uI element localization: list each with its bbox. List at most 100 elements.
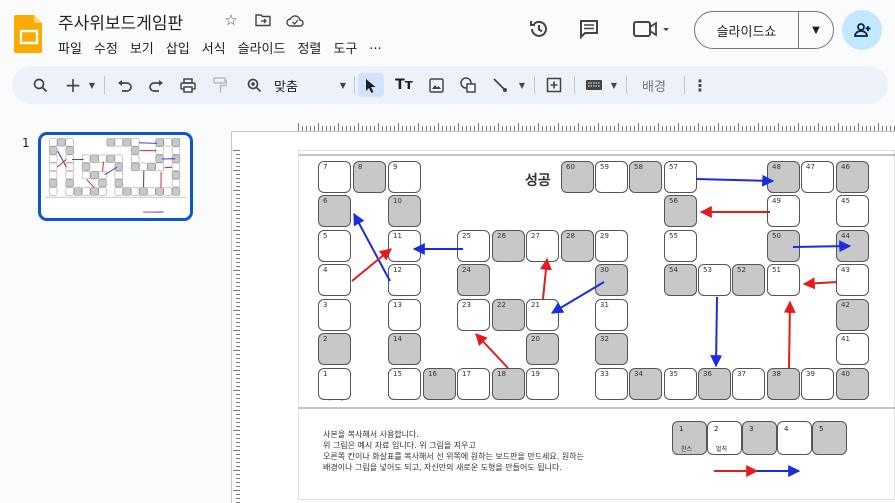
- insert-image-icon[interactable]: [424, 73, 448, 97]
- board-cell[interactable]: 55: [664, 230, 697, 262]
- board-cell[interactable]: 1: [318, 368, 351, 400]
- board-cell[interactable]: 7: [318, 161, 351, 193]
- board-cell[interactable]: 22: [492, 299, 525, 331]
- move-folder-icon[interactable]: [252, 9, 274, 31]
- slideshow-button[interactable]: 슬라이드쇼: [695, 12, 799, 48]
- insert-comment-icon[interactable]: [542, 73, 566, 97]
- board-cell[interactable]: 21: [526, 299, 559, 331]
- menu-more[interactable]: ...: [369, 36, 387, 59]
- board-cell[interactable]: 33: [595, 368, 628, 400]
- legend-cell[interactable]: 4: [777, 421, 812, 455]
- board-cell[interactable]: 19: [526, 368, 559, 400]
- menu-format[interactable]: 서식: [202, 36, 232, 59]
- board-cell[interactable]: 17: [457, 368, 490, 400]
- menu-file[interactable]: 파일: [58, 36, 88, 59]
- select-cursor-icon[interactable]: [358, 73, 384, 97]
- board-cell[interactable]: 28: [561, 230, 594, 262]
- red-arrow[interactable]: [475, 333, 509, 369]
- line-dropdown-icon[interactable]: ▼: [516, 73, 528, 97]
- red-arrow[interactable]: [351, 248, 392, 282]
- paint-format-icon[interactable]: [208, 73, 232, 97]
- blue-arrow[interactable]: [695, 174, 775, 187]
- board-cell[interactable]: 52: [732, 264, 765, 296]
- legend-cell[interactable]: 5: [812, 421, 847, 455]
- menu-slide[interactable]: 슬라이드: [238, 36, 292, 59]
- slideshow-dropdown-icon[interactable]: ▼: [799, 12, 833, 48]
- board-cell[interactable]: 42: [836, 299, 869, 331]
- blue-arrow[interactable]: [353, 212, 391, 282]
- board-cell[interactable]: 26: [492, 230, 525, 262]
- board-cell[interactable]: 45: [836, 195, 869, 227]
- board-cell[interactable]: 56: [664, 195, 697, 227]
- input-tools-icon[interactable]: [582, 73, 606, 97]
- menu-view[interactable]: 보기: [130, 36, 160, 59]
- board-cell[interactable]: 43: [836, 264, 869, 296]
- board-cell[interactable]: 30: [595, 264, 628, 296]
- board-cell[interactable]: 13: [388, 299, 421, 331]
- add-people-icon[interactable]: [842, 10, 882, 50]
- text-box-icon[interactable]: Tт: [392, 73, 416, 97]
- board-cell[interactable]: 49: [767, 195, 800, 227]
- new-slide-icon[interactable]: +: [64, 73, 82, 97]
- board-cell[interactable]: 54: [664, 264, 697, 296]
- board-cell[interactable]: 58: [629, 161, 662, 193]
- board-cell[interactable]: 44: [836, 230, 869, 262]
- board-cell[interactable]: 46: [836, 161, 869, 193]
- instructions-text[interactable]: 사본을 복사해서 사용합니다. 위 그림은 예시 자료 입니다. 위 그림을 지…: [323, 429, 584, 473]
- board-cell[interactable]: 40: [836, 368, 869, 400]
- cloud-status-icon[interactable]: [284, 9, 306, 31]
- board-cell[interactable]: 60: [561, 161, 594, 193]
- new-slide-dropdown-icon[interactable]: ▼: [86, 73, 98, 97]
- board-cell[interactable]: 29: [595, 230, 628, 262]
- board-cell[interactable]: 18: [492, 368, 525, 400]
- board-cell[interactable]: 16: [423, 368, 456, 400]
- shape-icon[interactable]: [456, 73, 480, 97]
- legend-cell[interactable]: 3: [742, 421, 777, 455]
- board-cell[interactable]: 3: [318, 299, 351, 331]
- board-cell[interactable]: 48: [767, 161, 800, 193]
- board-cell[interactable]: 20: [526, 333, 559, 365]
- board-cell[interactable]: 8: [353, 161, 386, 193]
- board-cell[interactable]: 35: [664, 368, 697, 400]
- star-icon[interactable]: ☆: [220, 9, 242, 31]
- more-options-icon[interactable]: ⋮: [690, 73, 710, 97]
- board-cell[interactable]: 51: [767, 264, 800, 296]
- slides-app-icon[interactable]: [14, 13, 44, 53]
- menu-tools[interactable]: 도구: [333, 36, 363, 59]
- slide-canvas[interactable]: 성공 시작 사본을 복사해서 사용합니다. 위 그림은 예시 자료 입니다. 위…: [298, 150, 895, 500]
- board-cell[interactable]: 50: [767, 230, 800, 262]
- print-icon[interactable]: [176, 73, 200, 97]
- board-cell[interactable]: 38: [767, 368, 800, 400]
- board-cell[interactable]: 36: [698, 368, 731, 400]
- search-menus-icon[interactable]: [28, 73, 52, 97]
- board-cell[interactable]: 2: [318, 333, 351, 365]
- undo-icon[interactable]: [112, 73, 136, 97]
- board-cell[interactable]: 41: [836, 333, 869, 365]
- board-cell[interactable]: 53: [698, 264, 731, 296]
- comments-icon[interactable]: [576, 16, 602, 42]
- document-title[interactable]: 주사위보드게임판: [58, 9, 183, 34]
- blue-arrow[interactable]: [710, 296, 723, 368]
- board-cell[interactable]: 12: [388, 264, 421, 296]
- board-cell[interactable]: 23: [457, 299, 490, 331]
- board-cell[interactable]: 37: [732, 368, 765, 400]
- background-button[interactable]: 배경: [632, 73, 676, 97]
- board-cell[interactable]: 15: [388, 368, 421, 400]
- red-arrow[interactable]: [539, 257, 552, 300]
- meet-camera-icon[interactable]: [630, 16, 674, 42]
- red-arrow[interactable]: [802, 277, 838, 290]
- board-cell[interactable]: 11: [388, 230, 421, 262]
- board-cell[interactable]: 34: [629, 368, 662, 400]
- line-icon[interactable]: [490, 73, 510, 97]
- board-cell[interactable]: 9: [388, 161, 421, 193]
- board-cell[interactable]: 5: [318, 230, 351, 262]
- input-tools-dropdown-icon[interactable]: ▼: [608, 73, 620, 97]
- board-cell[interactable]: 32: [595, 333, 628, 365]
- horizontal-ruler[interactable]: [298, 122, 895, 131]
- board-cell[interactable]: 14: [388, 333, 421, 365]
- board-cell[interactable]: 25: [457, 230, 490, 262]
- version-history-icon[interactable]: [526, 16, 552, 42]
- slide-thumbnail[interactable]: [38, 132, 193, 221]
- legend-cell[interactable]: 2 벌칙: [707, 421, 742, 455]
- menu-insert[interactable]: 삽입: [166, 36, 196, 59]
